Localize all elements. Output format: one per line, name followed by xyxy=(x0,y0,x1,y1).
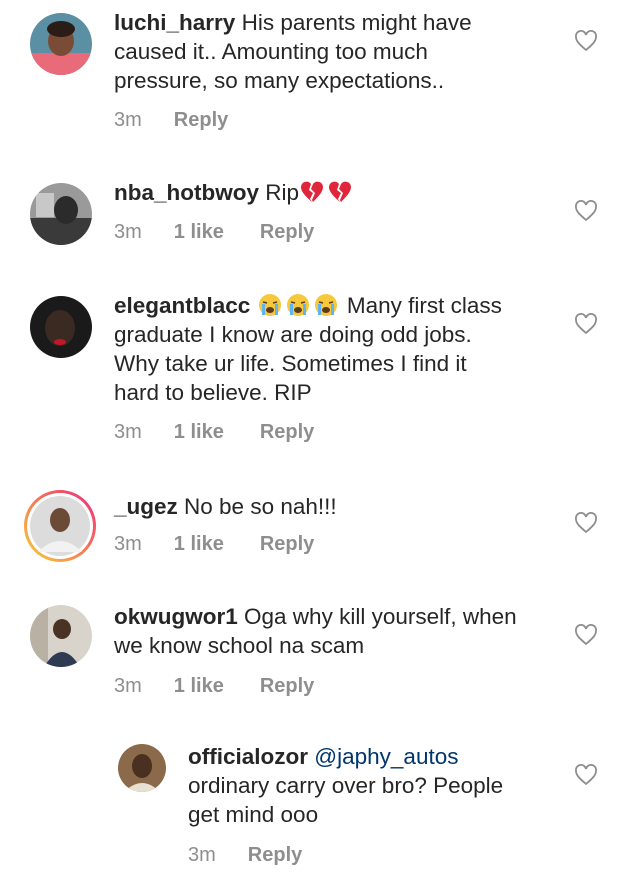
comment-username[interactable]: officialozor xyxy=(188,744,308,769)
comment-body-line: hard to believe. RIP xyxy=(114,380,312,405)
comment-timestamp: 3m xyxy=(114,533,142,555)
comment-username[interactable]: nba_hotbwoy xyxy=(114,180,259,205)
comment-meta: 3m 1 like Reply xyxy=(114,533,314,556)
comment-body-line: Oga why kill yourself, when xyxy=(244,604,517,629)
comment-body-line: get mind ooo xyxy=(188,802,319,827)
avatar[interactable] xyxy=(30,13,92,75)
comment-timestamp: 3m xyxy=(114,675,142,697)
crying-face-icon xyxy=(314,294,337,316)
like-count[interactable]: 1 like xyxy=(174,421,224,444)
comment-text: _ugez No be so nah!!! xyxy=(114,492,544,521)
reply-button[interactable]: Reply xyxy=(260,675,314,698)
heart-outline-icon[interactable] xyxy=(574,200,598,222)
comment-body-line: His parents might have xyxy=(241,10,472,35)
reply-button[interactable]: Reply xyxy=(260,421,314,444)
comment-timestamp: 3m xyxy=(114,109,142,131)
like-count[interactable]: 1 like xyxy=(174,221,224,244)
broken-heart-icon xyxy=(329,181,352,202)
heart-outline-icon[interactable] xyxy=(574,764,598,786)
heart-outline-icon[interactable] xyxy=(574,30,598,52)
comment-timestamp: 3m xyxy=(188,844,216,866)
comment-timestamp: 3m xyxy=(114,221,142,243)
comment-text: luchi_harry His parents might have cause… xyxy=(114,8,544,95)
reply-button[interactable]: Reply xyxy=(260,533,314,556)
avatar[interactable] xyxy=(30,605,92,667)
comment-meta: 3m 1 like Reply xyxy=(114,221,314,244)
reply-button[interactable]: Reply xyxy=(248,844,302,867)
comment-username[interactable]: luchi_harry xyxy=(114,10,235,35)
avatar[interactable] xyxy=(30,183,92,245)
comment-timestamp: 3m xyxy=(114,421,142,443)
comment-body-line: Many first class xyxy=(346,293,502,318)
mention-link[interactable]: @japhy_autos xyxy=(314,744,458,769)
comment-body-line: ordinary carry over bro? People xyxy=(188,773,504,798)
avatar[interactable] xyxy=(118,744,166,792)
comment-body-line: Rip xyxy=(265,180,300,205)
like-count[interactable]: 1 like xyxy=(174,533,224,556)
heart-outline-icon[interactable] xyxy=(574,313,598,335)
comment-meta: 3m Reply xyxy=(188,844,302,867)
crying-face-icon xyxy=(258,294,281,316)
comment-username[interactable]: _ugez xyxy=(114,494,178,519)
comment-body-line: Why take ur life. Sometimes I find it xyxy=(114,351,467,376)
comment-meta: 3m 1 like Reply xyxy=(114,675,314,698)
comment-body-line: caused it.. Amounting too much xyxy=(114,39,428,64)
reply-button[interactable]: Reply xyxy=(260,221,314,244)
comment-username[interactable]: elegantblacc xyxy=(114,293,250,318)
comment-text: okwugwor1 Oga why kill yourself, when we… xyxy=(114,602,544,660)
heart-outline-icon[interactable] xyxy=(574,512,598,534)
comment-text: elegantblacc Many first class graduate I… xyxy=(114,291,544,407)
heart-outline-icon[interactable] xyxy=(574,624,598,646)
crying-face-icon xyxy=(286,294,309,316)
comment-body-line: we know school na scam xyxy=(114,633,365,658)
comment-text: nba_hotbwoy Rip xyxy=(114,178,544,207)
avatar[interactable] xyxy=(30,296,92,358)
comment-meta: 3m Reply xyxy=(114,109,228,132)
story-ring-avatar[interactable] xyxy=(24,490,96,562)
comment-meta: 3m 1 like Reply xyxy=(114,421,314,444)
like-count[interactable]: 1 like xyxy=(174,675,224,698)
reply-button[interactable]: Reply xyxy=(174,109,228,132)
comment-body-line: No be so nah!!! xyxy=(184,494,337,519)
comment-body-line: pressure, so many expectations.. xyxy=(114,68,445,93)
broken-heart-icon xyxy=(301,181,324,202)
comment-username[interactable]: okwugwor1 xyxy=(114,604,238,629)
comment-body-line: graduate I know are doing odd jobs. xyxy=(114,322,472,347)
comment-text: officialozor @japhy_autos ordinary carry… xyxy=(188,742,618,829)
